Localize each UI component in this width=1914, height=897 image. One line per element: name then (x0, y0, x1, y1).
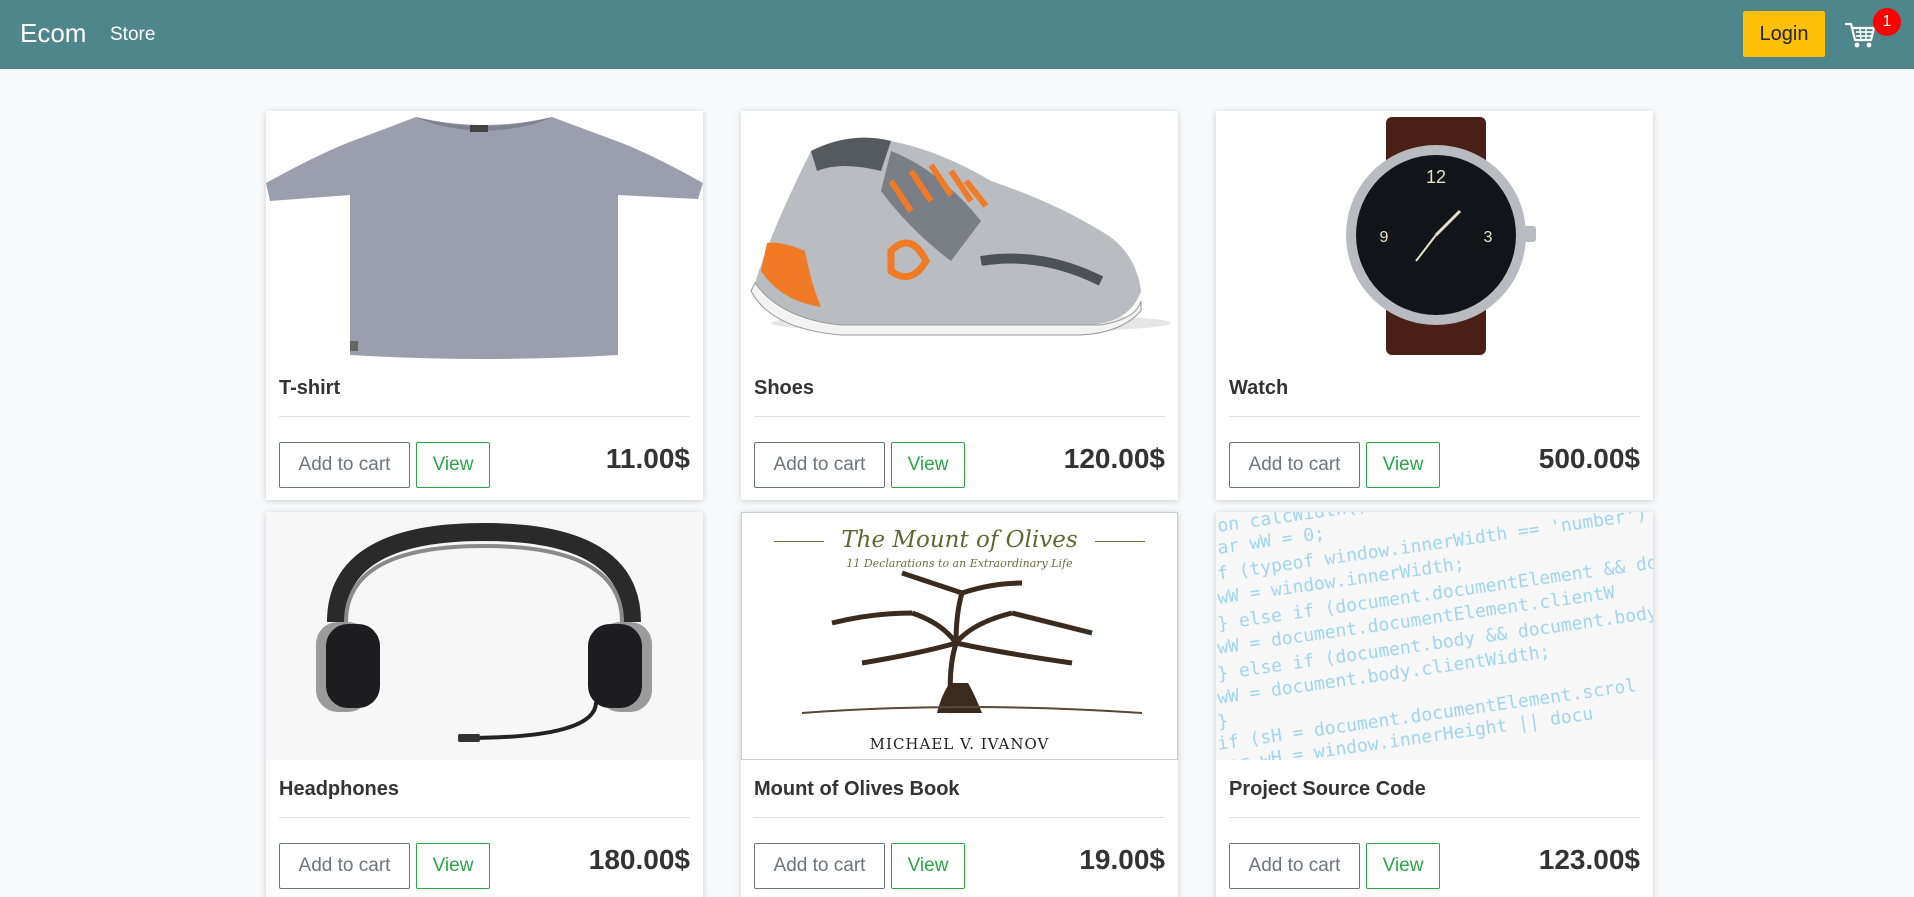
watch-image: 12 3 9 (1216, 111, 1653, 359)
book-cover-author: MICHAEL V. IVANOV (869, 735, 1050, 753)
product-card-shoes: Shoes Add to cart View 120.00$ (741, 111, 1178, 500)
add-to-cart-button[interactable]: Add to cart (1229, 843, 1360, 889)
product-card-body: Watch Add to cart View 500.00$ (1216, 363, 1653, 500)
divider (1229, 817, 1640, 818)
view-button[interactable]: View (891, 442, 965, 488)
add-to-cart-button[interactable]: Add to cart (279, 442, 410, 488)
view-button[interactable]: View (416, 843, 490, 889)
divider (279, 416, 690, 417)
view-button[interactable]: View (891, 843, 965, 889)
brand-logo[interactable]: Ecom (20, 18, 86, 49)
add-to-cart-button[interactable]: Add to cart (1229, 442, 1360, 488)
cart-count-badge: 1 (1873, 8, 1901, 36)
product-image-source-code[interactable]: on calcWidth() { ar wW = 0; f (typeof wi… (1216, 512, 1653, 760)
product-card-body: T-shirt Add to cart View 11.00$ (266, 363, 703, 500)
headphones-image (266, 512, 703, 760)
product-price: 19.00$ (1079, 844, 1165, 875)
product-name: Shoes (754, 377, 815, 399)
product-image-headphones[interactable] (266, 512, 703, 760)
product-card-book: The Mount of Olives 11 Declarations to a… (741, 512, 1178, 897)
divider (279, 817, 690, 818)
product-price: 11.00$ (605, 443, 690, 474)
add-to-cart-button[interactable]: Add to cart (754, 843, 885, 889)
product-image-watch[interactable]: 12 3 9 (1216, 111, 1653, 359)
product-price: 500.00$ (1538, 443, 1640, 474)
view-button[interactable]: View (1366, 442, 1440, 488)
product-card-tshirt: T-shirt Add to cart View 11.00$ (266, 111, 703, 500)
product-name: Project Source Code (1229, 778, 1426, 800)
product-image-shoes[interactable] (741, 111, 1178, 359)
login-button[interactable]: Login (1743, 11, 1825, 57)
product-price: 120.00$ (1063, 443, 1165, 474)
product-card-watch: 12 3 9 Watch Add to cart View 500.00$ (1216, 111, 1653, 500)
product-card-body: Project Source Code Add to cart View 123… (1216, 764, 1653, 897)
product-card-source-code: on calcWidth() { ar wW = 0; f (typeof wi… (1216, 512, 1653, 897)
view-button[interactable]: View (1366, 843, 1440, 889)
svg-text:9: 9 (1380, 229, 1389, 246)
cart-icon[interactable] (1843, 18, 1877, 52)
product-name: Mount of Olives Book (754, 778, 960, 800)
product-name: T-shirt (279, 377, 341, 399)
product-card-body: Shoes Add to cart View 120.00$ (741, 363, 1178, 500)
product-image-book[interactable]: The Mount of Olives 11 Declarations to a… (741, 512, 1178, 760)
svg-text:12: 12 (1426, 167, 1446, 187)
add-to-cart-button[interactable]: Add to cart (754, 442, 885, 488)
product-card-body: Mount of Olives Book Add to cart View 19… (741, 764, 1178, 897)
product-name: Watch (1229, 377, 1289, 399)
product-image-tshirt[interactable] (266, 111, 703, 359)
shoe-image (741, 111, 1178, 359)
add-to-cart-button[interactable]: Add to cart (279, 843, 410, 889)
product-name: Headphones (279, 778, 400, 800)
divider (754, 416, 1165, 417)
svg-text:3: 3 (1484, 229, 1493, 246)
nav-link-store[interactable]: Store (110, 24, 155, 46)
product-price: 123.00$ (1538, 844, 1640, 875)
divider (754, 817, 1165, 818)
navbar: Ecom Store Login 1 (0, 0, 1914, 69)
product-card-body: Headphones Add to cart View 180.00$ (266, 764, 703, 897)
tree-illustration (801, 570, 1143, 714)
tshirt-image (266, 111, 703, 359)
view-button[interactable]: View (416, 442, 490, 488)
divider (1229, 416, 1640, 417)
product-card-headphones: Headphones Add to cart View 180.00$ (266, 512, 703, 897)
code-line: } (1216, 710, 1230, 733)
product-price: 180.00$ (588, 844, 690, 875)
